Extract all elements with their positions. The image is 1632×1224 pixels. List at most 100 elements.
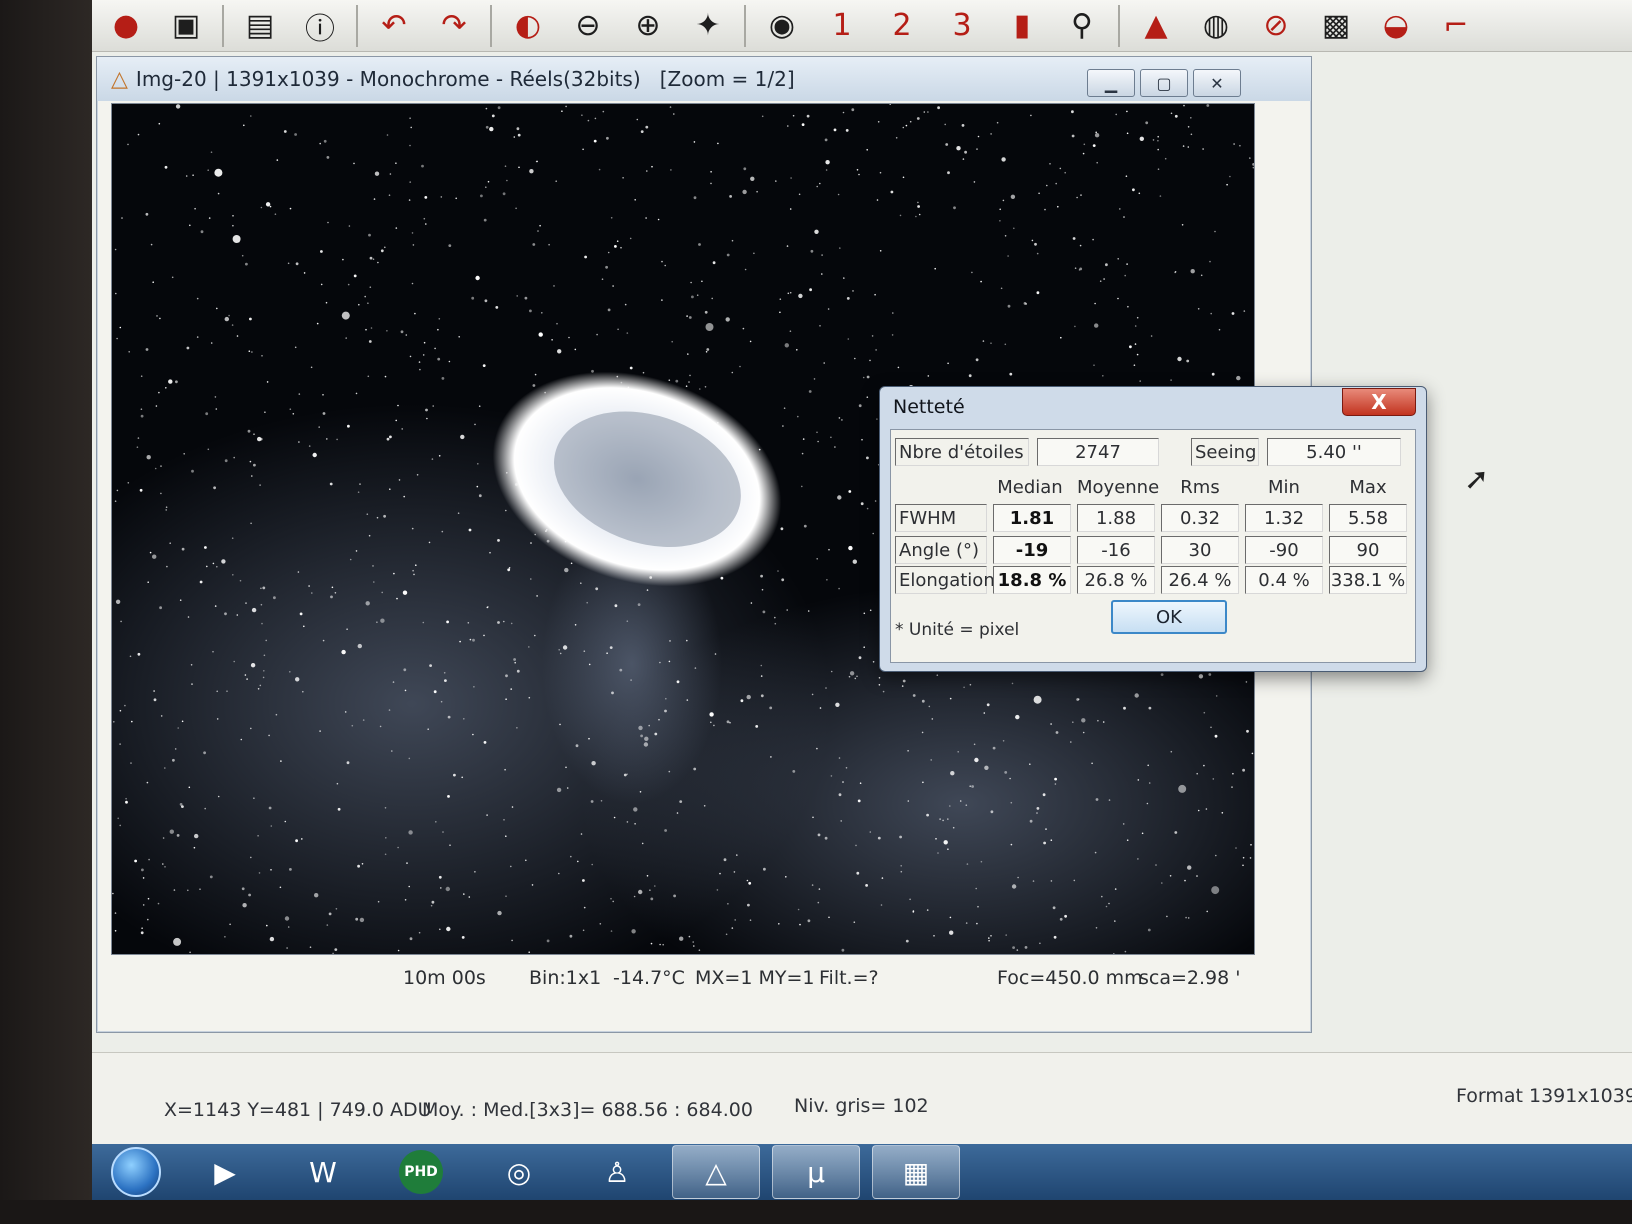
prism-icon: △ (111, 66, 128, 92)
col-header-rms: Rms (1180, 477, 1220, 498)
maximize-button[interactable]: ▢ (1140, 69, 1188, 97)
toolbar-separator (490, 4, 492, 47)
windows-logo-icon (111, 1147, 161, 1197)
elongation-rms: 26.4 % (1161, 566, 1239, 594)
curve-icon[interactable]: ⌐ (1428, 2, 1484, 50)
ok-label: OK (1156, 606, 1182, 628)
close-icon: X (1371, 390, 1387, 414)
contrast-icon[interactable]: ◐ (500, 2, 556, 50)
undo-icon[interactable]: ↶ (366, 2, 422, 50)
angle-moyenne: -16 (1077, 536, 1155, 564)
chrome-icon[interactable]: ◎ (476, 1146, 562, 1198)
windows-start-button[interactable] (102, 1146, 170, 1198)
word-label: W (309, 1155, 337, 1189)
minimize-button[interactable]: ▁ (1087, 69, 1135, 97)
nettete-dialog: Netteté X Nbre d'étoiles 2747 Seeing 5.4… (879, 386, 1427, 672)
angle-max: 90 (1329, 536, 1407, 564)
angle-rms: 30 (1161, 536, 1239, 564)
fwhm-max: 5.58 (1329, 504, 1407, 532)
col-header-min: Min (1268, 477, 1300, 498)
toolbar-separator (222, 4, 224, 47)
telescope-icon[interactable]: ⚲ (1054, 2, 1110, 50)
scale-text: sca=2.98 ' (1139, 967, 1241, 989)
stars-count-label: Nbre d'étoiles (895, 438, 1029, 466)
stars-count-value: 2747 (1037, 438, 1159, 466)
elongation-median: 18.8 % (993, 566, 1071, 594)
toolbar-separator (744, 4, 746, 47)
prism-icon[interactable]: △ (672, 1145, 760, 1199)
filter-text: Filt.=? (819, 967, 879, 989)
elongation-moyenne: 26.8 % (1077, 566, 1155, 594)
unit-note: * Unité = pixel (895, 620, 1020, 640)
cylinder-icon[interactable]: ▮ (994, 2, 1050, 50)
mouse-cursor-icon: ➚ (1464, 462, 1490, 497)
row-label-fwhm: FWHM (895, 504, 987, 532)
guide-icon[interactable]: ⊘ (1248, 2, 1304, 50)
word-icon[interactable]: W (280, 1146, 366, 1198)
monitor-bezel (0, 0, 92, 1224)
channel-3-icon[interactable]: 3 (934, 2, 990, 50)
image-info-bar: 10m 00s Bin:1x1 -14.7°C MX=1 MY=1 Filt.=… (97, 953, 1311, 1003)
angle-min: -90 (1245, 536, 1323, 564)
filter-wheel-icon[interactable]: ▩ (1308, 2, 1364, 50)
seeing-label: Seeing (1191, 438, 1259, 466)
phd-label: PHD (399, 1150, 443, 1194)
dialog-close-button[interactable]: X (1342, 388, 1416, 416)
zoom-in-icon[interactable]: ⊕ (620, 2, 676, 50)
row-label-angle: Angle (°) (895, 536, 987, 564)
open-icon[interactable]: ● (98, 2, 154, 50)
ok-button[interactable]: OK (1111, 600, 1227, 634)
temperature-text: -14.7°C (613, 967, 685, 989)
windows-explorer-icon[interactable]: ▦ (872, 1145, 960, 1199)
col-header-max: Max (1349, 477, 1387, 498)
info-icon[interactable]: ⓘ (292, 2, 348, 50)
mean-median-text: Moy. : Med.[3x3]= 688.56 : 684.00 (422, 1099, 753, 1121)
channel-1-label: 1 (832, 8, 852, 43)
dialog-title: Netteté (893, 396, 965, 418)
angle-median: -19 (993, 536, 1071, 564)
cone-icon[interactable]: ▲ (1128, 2, 1184, 50)
fwhm-median: 1.81 (993, 504, 1071, 532)
phd-guiding-icon[interactable]: PHD (378, 1146, 464, 1198)
channel-2-icon[interactable]: 2 (874, 2, 930, 50)
elongation-min: 0.4 % (1245, 566, 1323, 594)
fwhm-moyenne: 1.88 (1077, 504, 1155, 532)
camera-icon[interactable]: ◉ (754, 2, 810, 50)
row-label-elongation: Elongation (895, 566, 995, 594)
toolbar-separator (356, 4, 358, 47)
star-map-icon[interactable]: ✦ (680, 2, 736, 50)
astronaut-app-icon[interactable]: ♙ (574, 1146, 660, 1198)
fwhm-min: 1.32 (1245, 504, 1323, 532)
dialog-body: Nbre d'étoiles 2747 Seeing 5.40 '' Media… (890, 429, 1416, 663)
gray-level-text: Niv. gris= 102 (794, 1095, 929, 1117)
grain-icon[interactable]: ◍ (1188, 2, 1244, 50)
focal-length-text: Foc=450.0 mm (997, 967, 1143, 989)
fwhm-rms: 0.32 (1161, 504, 1239, 532)
exposure-text: 10m 00s (403, 967, 486, 989)
monitor-bezel-bottom (0, 1200, 1632, 1224)
elongation-max: 338.1 % (1329, 566, 1407, 594)
redo-icon[interactable]: ↷ (426, 2, 482, 50)
media-player-icon[interactable]: ▶ (182, 1146, 268, 1198)
mx-my-text: MX=1 MY=1 (695, 967, 815, 989)
status-bar: X=1143 Y=481 | 749.0 ADU Moy. : Med.[3x3… (92, 1052, 1632, 1145)
col-header-median: Median (997, 477, 1063, 498)
main-toolbar: ● ▣ ▤ ⓘ ↶ ↷ ◐ ⊖ ⊕ ✦ ◉ 1 2 3 ▮ ⚲ ▲ ◍ ⊘ ▩ … (92, 0, 1632, 52)
toolbar-separator (1118, 4, 1120, 47)
utorrent-icon[interactable]: µ (772, 1145, 860, 1199)
taskbar: ▶ W PHD ◎ ♙ △ µ ▦ (92, 1144, 1632, 1200)
close-button[interactable]: ✕ (1193, 69, 1241, 97)
cursor-coords: X=1143 Y=481 | 749.0 ADU (164, 1099, 432, 1121)
channel-2-label: 2 (892, 8, 912, 43)
seeing-value: 5.40 '' (1267, 438, 1401, 466)
zoom-out-icon[interactable]: ⊖ (560, 2, 616, 50)
binning-text: Bin:1x1 (529, 967, 602, 989)
image-window-titlebar[interactable]: △ Img-20 | 1391x1039 - Monochrome - Réel… (97, 57, 1311, 101)
format-text: Format 1391x1039x1 | (1456, 1085, 1632, 1107)
dialog-titlebar[interactable]: Netteté X (880, 387, 1426, 427)
save-icon[interactable]: ▣ (158, 2, 214, 50)
channel-1-icon[interactable]: 1 (814, 2, 870, 50)
col-header-moyenne: Moyenne (1077, 477, 1160, 498)
print-icon[interactable]: ▤ (232, 2, 288, 50)
focuser-icon[interactable]: ◒ (1368, 2, 1424, 50)
